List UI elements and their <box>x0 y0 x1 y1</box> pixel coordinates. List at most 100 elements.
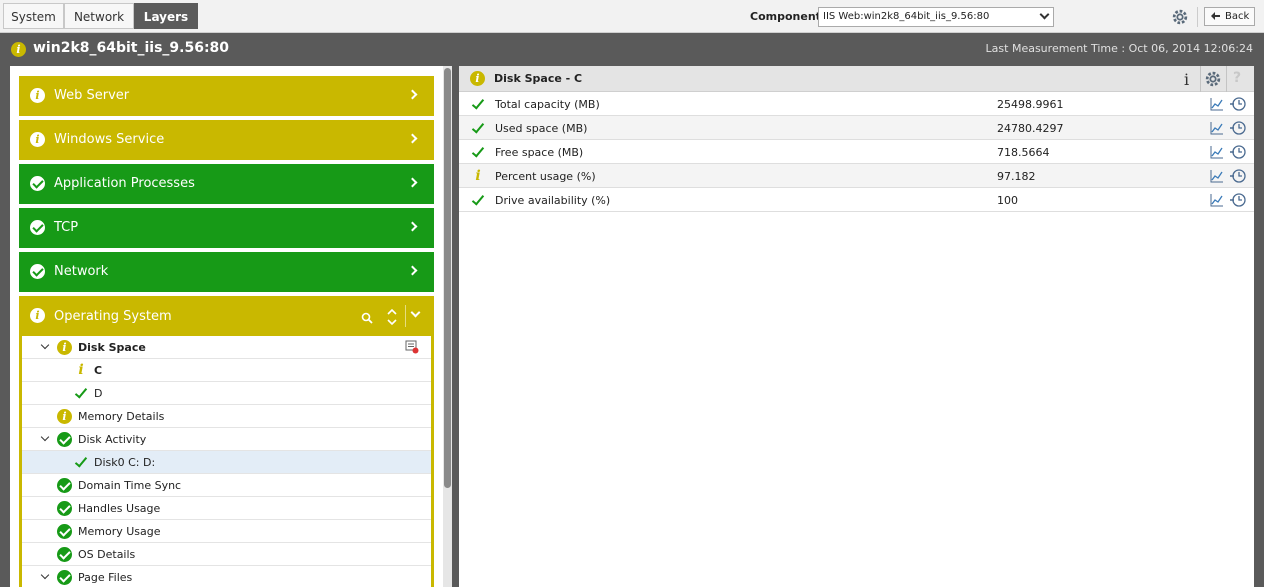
back-button-label: Back <box>1225 11 1250 22</box>
page-header: i win2k8_64bit_iis_9.56:80 Last Measurem… <box>0 33 1264 64</box>
chevron-down-icon[interactable] <box>410 307 421 318</box>
layer-label: Operating System <box>54 309 172 324</box>
graph-icon[interactable] <box>1210 169 1224 183</box>
layer-label: Application Processes <box>54 176 195 191</box>
check-status-icon <box>57 547 72 562</box>
detail-header: i Disk Space - C i ? <box>459 66 1254 92</box>
gear-icon[interactable] <box>1204 70 1222 88</box>
measure-row: Used space (MB) 24780.4297 <box>459 116 1254 140</box>
tree-item-memory-details[interactable]: i Memory Details <box>22 405 431 428</box>
check-status-icon <box>57 432 72 447</box>
history-icon[interactable] <box>1230 192 1246 208</box>
top-bar: System Network Layers Component IIS Web:… <box>0 0 1264 33</box>
check-status-icon <box>74 386 88 400</box>
tree-item-page-files[interactable]: Page Files <box>22 566 431 587</box>
graph-icon[interactable] <box>1210 145 1224 159</box>
check-status-icon <box>57 570 72 585</box>
layer-tcp[interactable]: TCP <box>19 208 434 248</box>
measure-name: Drive availability (%) <box>495 194 611 207</box>
sort-icon[interactable] <box>385 306 399 328</box>
graph-icon[interactable] <box>1210 97 1224 111</box>
tree-item-c[interactable]: i C <box>22 359 431 382</box>
check-status-icon <box>74 455 88 469</box>
measure-value: 100 <box>997 194 1018 207</box>
measure-value: 24780.4297 <box>997 122 1064 135</box>
search-icon[interactable] <box>361 312 373 324</box>
tree-item-memory-usage[interactable]: Memory Usage <box>22 520 431 543</box>
info-status-icon: i <box>30 132 45 147</box>
component-select[interactable]: IIS Web:win2k8_64bit_iis_9.56:80 <box>818 7 1054 27</box>
chevron-down-icon <box>1039 9 1050 20</box>
tree-item-disk0[interactable]: Disk0 C: D: <box>22 451 431 474</box>
layer-label: Web Server <box>54 88 130 103</box>
check-status-icon <box>30 220 45 235</box>
info-status-icon: i <box>30 88 45 103</box>
tree-item-disk-activity[interactable]: Disk Activity <box>22 428 431 451</box>
tree-item-label: OS Details <box>78 548 136 561</box>
layer-label: Windows Service <box>54 132 165 147</box>
layer-label: TCP <box>54 220 79 235</box>
last-measurement-time: Last Measurement Time : Oct 06, 2014 12:… <box>985 42 1253 55</box>
tree-item-label: Page Files <box>78 571 133 584</box>
layer-label: Network <box>54 264 109 279</box>
measure-value: 97.182 <box>997 170 1036 183</box>
scrollbar[interactable] <box>443 66 452 587</box>
check-status-icon <box>57 478 72 493</box>
tree-item-label: Disk0 C: D: <box>94 456 156 469</box>
check-status-icon <box>471 193 485 207</box>
history-icon[interactable] <box>1230 168 1246 184</box>
scrollbar-thumb[interactable] <box>444 68 451 488</box>
history-icon[interactable] <box>1230 96 1246 112</box>
help-icon[interactable]: ? <box>1233 70 1241 86</box>
measure-name: Total capacity (MB) <box>495 98 600 111</box>
component-select-value: IIS Web:win2k8_64bit_iis_9.56:80 <box>823 11 990 22</box>
expand-arrow-icon[interactable] <box>40 340 50 350</box>
os-tests-tree: i Disk Space i C D i Memory Details Disk… <box>19 336 434 587</box>
info-icon[interactable]: i <box>1184 70 1189 89</box>
tree-item-handles-usage[interactable]: Handles Usage <box>22 497 431 520</box>
tree-item-label: Domain Time Sync <box>78 479 182 492</box>
gear-icon[interactable] <box>1171 8 1189 26</box>
measure-name: Percent usage (%) <box>495 170 596 183</box>
measure-row: Drive availability (%) 100 <box>459 188 1254 212</box>
layers-panel: i Web Server i Windows Service Applicati… <box>10 66 452 587</box>
expand-arrow-icon[interactable] <box>40 570 50 580</box>
check-status-icon <box>30 176 45 191</box>
tree-item-label: Disk Space <box>78 341 146 354</box>
tree-item-domain-time-sync[interactable]: Domain Time Sync <box>22 474 431 497</box>
layer-operating-system[interactable]: i Operating System <box>19 296 434 336</box>
layer-network[interactable]: Network <box>19 252 434 292</box>
measure-row: Free space (MB) 718.5664 <box>459 140 1254 164</box>
layer-web-server[interactable]: i Web Server <box>19 76 434 116</box>
measure-value: 718.5664 <box>997 146 1050 159</box>
check-status-icon <box>57 524 72 539</box>
detail-panel: i Disk Space - C i ? Total capacity (MB)… <box>459 66 1254 587</box>
back-button[interactable]: Back <box>1204 7 1255 26</box>
graph-icon[interactable] <box>1210 121 1224 135</box>
tree-item-os-details[interactable]: OS Details <box>22 543 431 566</box>
expand-arrow-icon[interactable] <box>40 432 50 442</box>
tree-item-label: Handles Usage <box>78 502 161 515</box>
tab-network[interactable]: Network <box>64 3 134 29</box>
chevron-right-icon <box>407 133 418 144</box>
measure-name: Used space (MB) <box>495 122 588 135</box>
header-divider <box>405 305 406 327</box>
chevron-right-icon <box>407 177 418 188</box>
tab-layers[interactable]: Layers <box>134 3 198 29</box>
check-status-icon <box>57 501 72 516</box>
chevron-right-icon <box>407 221 418 232</box>
tab-system[interactable]: System <box>3 3 64 29</box>
layer-windows-service[interactable]: i Windows Service <box>19 120 434 160</box>
tree-item-label: D <box>94 387 103 400</box>
toolbar-divider <box>1197 7 1198 27</box>
layer-application-processes[interactable]: Application Processes <box>19 164 434 204</box>
tree-item-disk-space[interactable]: i Disk Space <box>22 336 431 359</box>
tree-item-d[interactable]: D <box>22 382 431 405</box>
history-icon[interactable] <box>1230 144 1246 160</box>
info-status-icon: i <box>470 71 485 86</box>
info-status-icon: i <box>11 42 26 57</box>
graph-icon[interactable] <box>1210 193 1224 207</box>
history-icon[interactable] <box>1230 120 1246 136</box>
page-title: win2k8_64bit_iis_9.56:80 <box>33 40 230 56</box>
export-icon[interactable] <box>405 340 419 354</box>
